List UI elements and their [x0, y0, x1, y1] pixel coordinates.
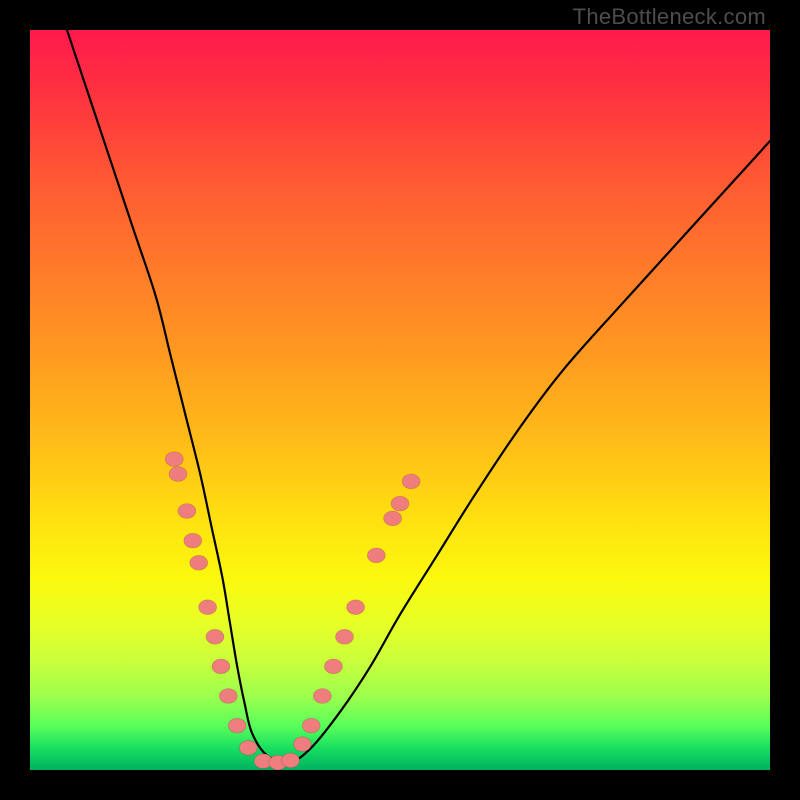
data-marker — [212, 659, 230, 674]
data-marker — [367, 548, 385, 563]
marker-group — [165, 452, 420, 770]
bottleneck-curve — [67, 30, 770, 763]
chart-frame: TheBottleneck.com — [0, 0, 800, 800]
data-marker — [384, 511, 402, 526]
data-marker — [336, 629, 354, 644]
data-marker — [206, 629, 224, 644]
data-marker — [165, 452, 183, 467]
data-marker — [391, 496, 409, 511]
data-marker — [347, 600, 365, 615]
data-marker — [293, 737, 311, 752]
data-marker — [302, 718, 320, 733]
data-marker — [199, 600, 217, 615]
chart-svg — [30, 30, 770, 770]
data-marker — [169, 467, 187, 482]
data-marker — [324, 659, 342, 674]
data-marker — [313, 689, 331, 704]
plot-area — [30, 30, 770, 770]
data-marker — [228, 718, 246, 733]
data-marker — [178, 504, 196, 519]
watermark-text: TheBottleneck.com — [573, 4, 766, 30]
data-marker — [219, 689, 237, 704]
data-marker — [239, 740, 257, 755]
data-marker — [281, 753, 299, 768]
data-marker — [184, 533, 202, 548]
data-marker — [190, 555, 208, 570]
data-marker — [402, 474, 420, 489]
